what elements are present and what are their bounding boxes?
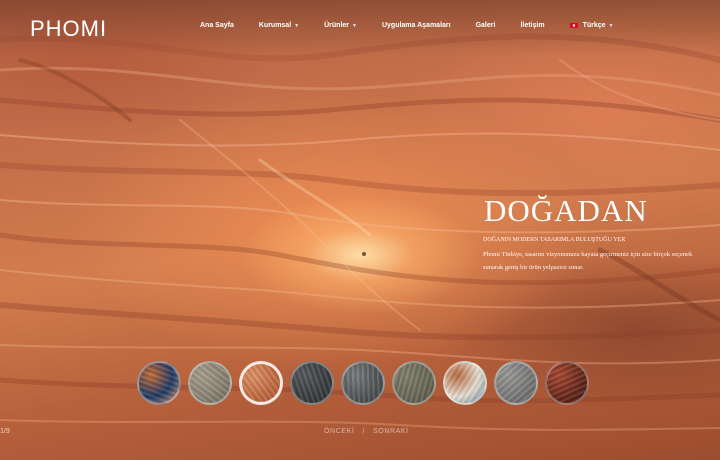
thumbnail-texture xyxy=(547,363,587,403)
nav-item-galeri[interactable]: Galeri xyxy=(476,22,496,29)
thumb-grey-marble[interactable] xyxy=(341,361,385,405)
thumbnail-texture xyxy=(190,363,230,403)
chevron-down-icon: ▼ xyxy=(608,22,614,29)
slide-center-marker xyxy=(362,252,366,256)
next-button[interactable]: SONRAKİ xyxy=(373,428,409,435)
thumb-blue-canyon[interactable] xyxy=(137,361,181,405)
thumb-sandstone[interactable] xyxy=(239,361,283,405)
thumbnail-texture xyxy=(292,363,332,403)
slide-subtitle: DOĞANIN MODERN TASARIMLA BULUŞTUĞU YER xyxy=(483,237,626,243)
thumb-layered-rock[interactable] xyxy=(443,361,487,405)
slide-title: DOĞADAN xyxy=(484,193,648,228)
chevron-down-icon: ▼ xyxy=(352,22,357,29)
thumbnail-strip xyxy=(137,361,596,405)
nav-item-label: Uygulama Aşamaları xyxy=(381,22,451,29)
thumb-grey-stone[interactable] xyxy=(188,361,232,405)
thumb-dark-slate[interactable] xyxy=(290,361,334,405)
language-selector[interactable]: Türkçe ▼ xyxy=(569,22,614,29)
nav-item-label: Galeri xyxy=(475,22,496,29)
slide-counter: 1/9 xyxy=(0,428,10,435)
thumbnail-texture xyxy=(242,364,280,402)
turkey-flag-icon xyxy=(569,23,578,28)
hero-slider: PHOMI Ana Sayfa Kurumsal ▼ Ürünler ▼ Uyg… xyxy=(0,0,720,460)
main-menu: Ana Sayfa Kurumsal ▼ Ürünler ▼ Uygulama … xyxy=(200,22,638,29)
nav-item-label: Kurumsal xyxy=(258,22,292,29)
top-navigation-bar: PHOMI Ana Sayfa Kurumsal ▼ Ürünler ▼ Uyg… xyxy=(0,0,720,56)
slide-pager: ÖNCEKİ / SONRAKİ xyxy=(324,428,409,435)
phomi-logo[interactable]: PHOMI xyxy=(30,14,112,42)
nav-item-uygulama-asamalari[interactable]: Uygulama Aşamaları xyxy=(382,22,451,29)
previous-button[interactable]: ÖNCEKİ xyxy=(324,428,354,435)
nav-item-kurumsal[interactable]: Kurumsal ▼ xyxy=(259,22,299,29)
thumbnail-texture xyxy=(139,363,179,403)
pager-separator: / xyxy=(362,428,365,435)
nav-item-label: İletişim xyxy=(520,22,545,29)
slide-description: Phomi Türkiye, tasarım vizyonunuzu hayat… xyxy=(483,251,693,271)
logo-text: PHOMI xyxy=(30,16,107,41)
thumbnail-texture xyxy=(445,363,485,403)
thumbnail-texture xyxy=(343,363,383,403)
nav-item-ana-sayfa[interactable]: Ana Sayfa xyxy=(200,22,234,29)
thumb-granite[interactable] xyxy=(494,361,538,405)
nav-item-urunler[interactable]: Ürünler ▼ xyxy=(324,22,357,29)
thumbnail-texture xyxy=(496,363,536,403)
nav-item-label: Ürünler xyxy=(324,22,350,29)
thumbnail-texture xyxy=(394,363,434,403)
thumb-red-canyon[interactable] xyxy=(545,361,589,405)
thumb-olive-stone[interactable] xyxy=(392,361,436,405)
nav-item-iletisim[interactable]: İletişim xyxy=(520,22,544,29)
chevron-down-icon: ▼ xyxy=(294,22,300,29)
nav-item-label: Ana Sayfa xyxy=(200,22,234,29)
language-label: Türkçe xyxy=(582,22,606,29)
